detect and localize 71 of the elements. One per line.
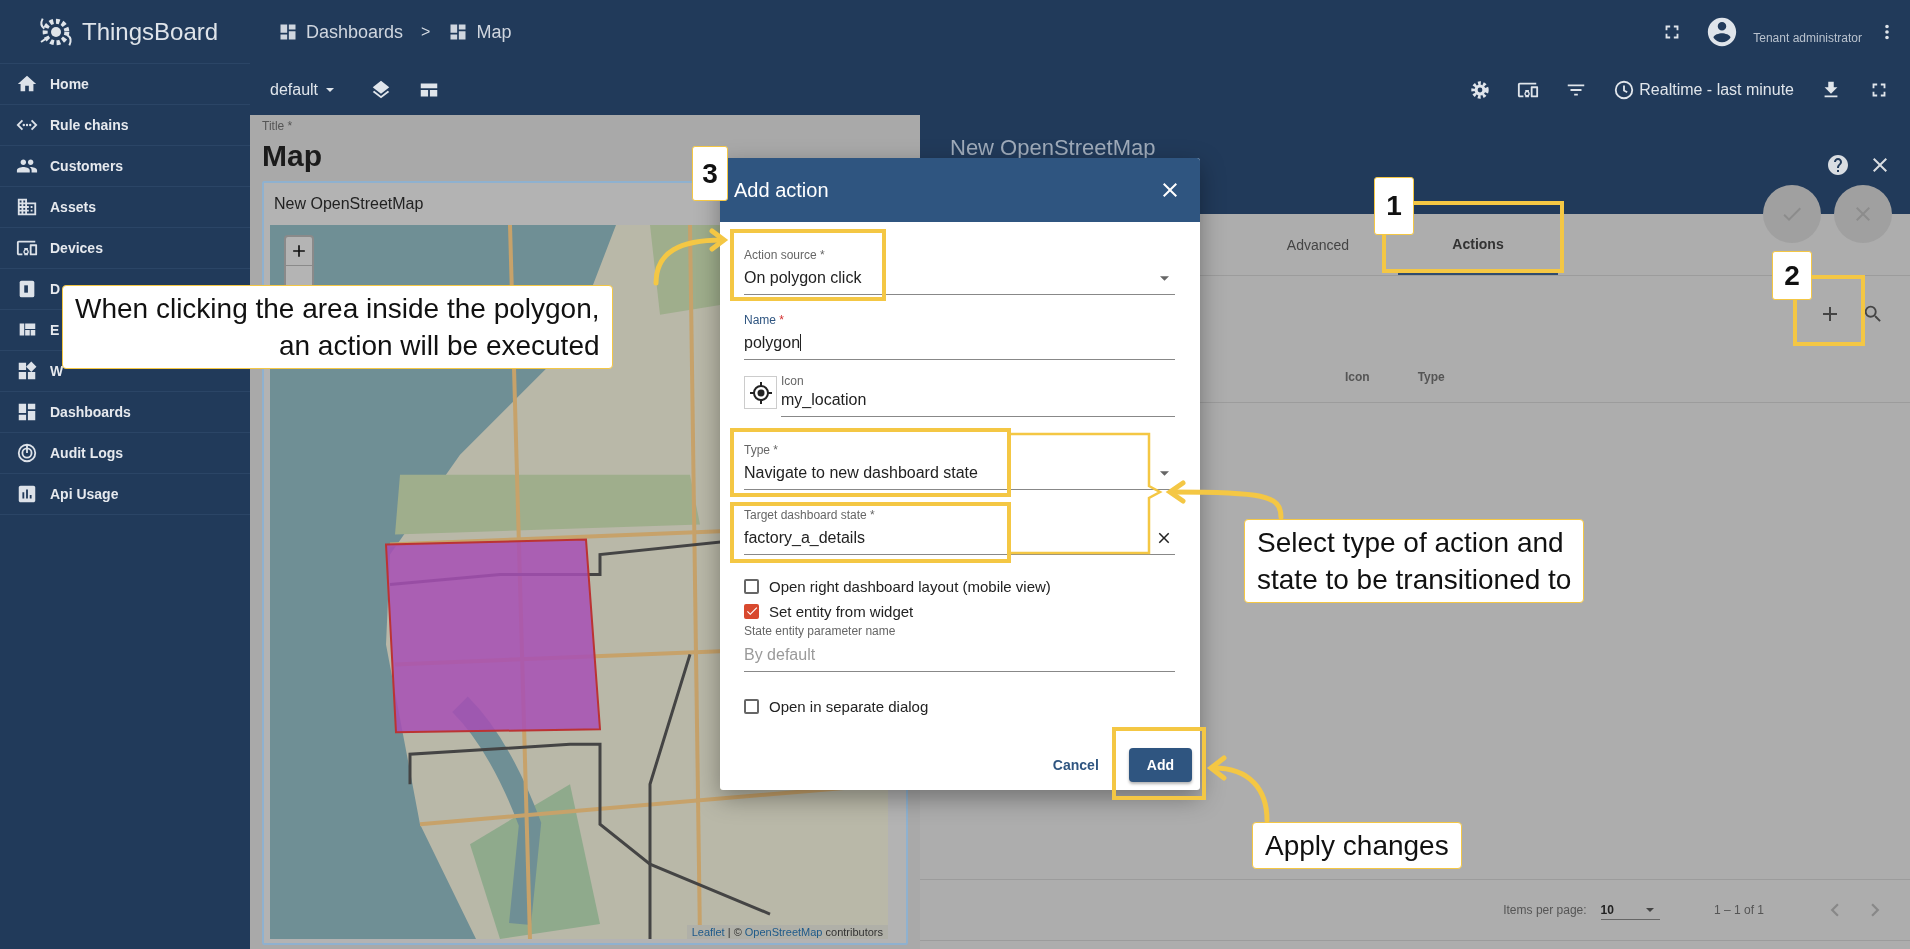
checkbox-label: Set entity from widget xyxy=(769,602,914,620)
field-label: Title * xyxy=(262,119,294,133)
settings-icon[interactable] xyxy=(1469,78,1492,101)
sidebar-item[interactable]: Dashboards xyxy=(0,392,250,433)
dashboard-icon xyxy=(16,401,38,423)
callout-tooltip: Select type of action and state to be transitioned to xyxy=(1244,519,1585,603)
page-size-select[interactable]: 10 xyxy=(1600,900,1660,920)
field-label: Target dashboard state * xyxy=(744,508,876,522)
dashboard-title: Map xyxy=(262,139,323,173)
breadcrumb-separator: > xyxy=(421,23,431,41)
help-icon[interactable] xyxy=(1826,153,1850,177)
input-field[interactable]: By default xyxy=(744,641,1175,672)
state-dropdown[interactable]: default xyxy=(270,80,341,99)
caret-icon xyxy=(326,87,335,92)
target-icon xyxy=(16,442,38,464)
checkbox-label: Open right dashboard layout (mobile view) xyxy=(769,577,1051,595)
dashboard-icon xyxy=(448,22,469,42)
sidebar-item[interactable]: Api Usage xyxy=(0,474,250,515)
panel-title: New OpenStreetMap xyxy=(950,135,1156,161)
sidebar-item[interactable]: Home xyxy=(0,64,250,105)
field-label: Type * xyxy=(744,443,780,457)
brand-name: ThingsBoard xyxy=(82,17,219,46)
checkbox[interactable] xyxy=(744,603,759,619)
sidebar-item[interactable]: Assets xyxy=(0,187,250,228)
paginator-range: 1 – 1 of 1 xyxy=(1713,903,1764,917)
clock-icon xyxy=(1613,78,1636,101)
select-field[interactable]: Navigate to new dashboard state xyxy=(744,461,1175,490)
callout-tooltip: Apply changes xyxy=(1252,822,1462,869)
tab[interactable]: Actions xyxy=(1452,235,1504,252)
tab[interactable]: Advanced xyxy=(1286,236,1350,253)
step-number-tooltip: 1 xyxy=(1374,177,1414,235)
paginator-label: Items per page: xyxy=(1503,903,1587,917)
cancel-button[interactable] xyxy=(1834,185,1892,243)
checkbox[interactable] xyxy=(744,698,759,714)
check-icon xyxy=(744,604,759,618)
select-field[interactable]: On polygon click xyxy=(744,266,1175,295)
sidebar-item[interactable]: Audit Logs xyxy=(0,433,250,474)
dialog-title: Add action xyxy=(734,178,830,202)
sidebar-item[interactable]: Devices xyxy=(0,228,250,269)
icon-picker-button[interactable] xyxy=(744,376,777,409)
map-attribution: Leaflet | © OpenStreetMap contributors xyxy=(686,925,888,939)
timewindow-button[interactable]: Realtime - last minute xyxy=(1613,78,1794,101)
callout-arrow xyxy=(1206,755,1270,823)
apply-button[interactable] xyxy=(1763,185,1821,243)
checkbox[interactable] xyxy=(744,578,759,594)
field-label: State entity parameter name xyxy=(744,624,897,638)
step-number-tooltip: 2 xyxy=(1772,251,1812,300)
input-field[interactable]: factory_a_details xyxy=(744,526,1175,555)
field-label: Icon xyxy=(781,374,805,388)
caret-icon xyxy=(1645,907,1654,912)
sidebar-item[interactable]: Customers xyxy=(0,146,250,187)
chart-icon xyxy=(16,483,38,505)
step-number-tooltip: 3 xyxy=(692,146,728,201)
breadcrumb-link[interactable]: Dashboards xyxy=(278,21,404,43)
breadcrumb-link[interactable]: Map xyxy=(448,21,512,43)
widgets-icon xyxy=(16,360,38,382)
add-button[interactable]: Add xyxy=(1128,748,1192,782)
building-icon xyxy=(16,196,38,218)
widget-title: New OpenStreetMap xyxy=(274,195,424,213)
cancel-button[interactable]: Cancel xyxy=(1046,748,1105,782)
field-label: Name * xyxy=(744,313,786,327)
checkbox-label: Open in separate dialog xyxy=(769,697,929,715)
dashboard-icon xyxy=(278,22,298,42)
caret-icon xyxy=(1160,470,1169,476)
callout-tooltip: When clicking the area inside the polygon, an action will be executed xyxy=(62,285,613,369)
field-label: Action source * xyxy=(744,248,826,262)
input-field[interactable]: my_location xyxy=(781,388,1175,417)
crosshair-icon xyxy=(748,380,773,405)
input-field[interactable]: polygon xyxy=(744,331,1175,360)
user-role: Tenant administrator xyxy=(1753,31,1862,45)
caret-icon xyxy=(1160,275,1169,281)
